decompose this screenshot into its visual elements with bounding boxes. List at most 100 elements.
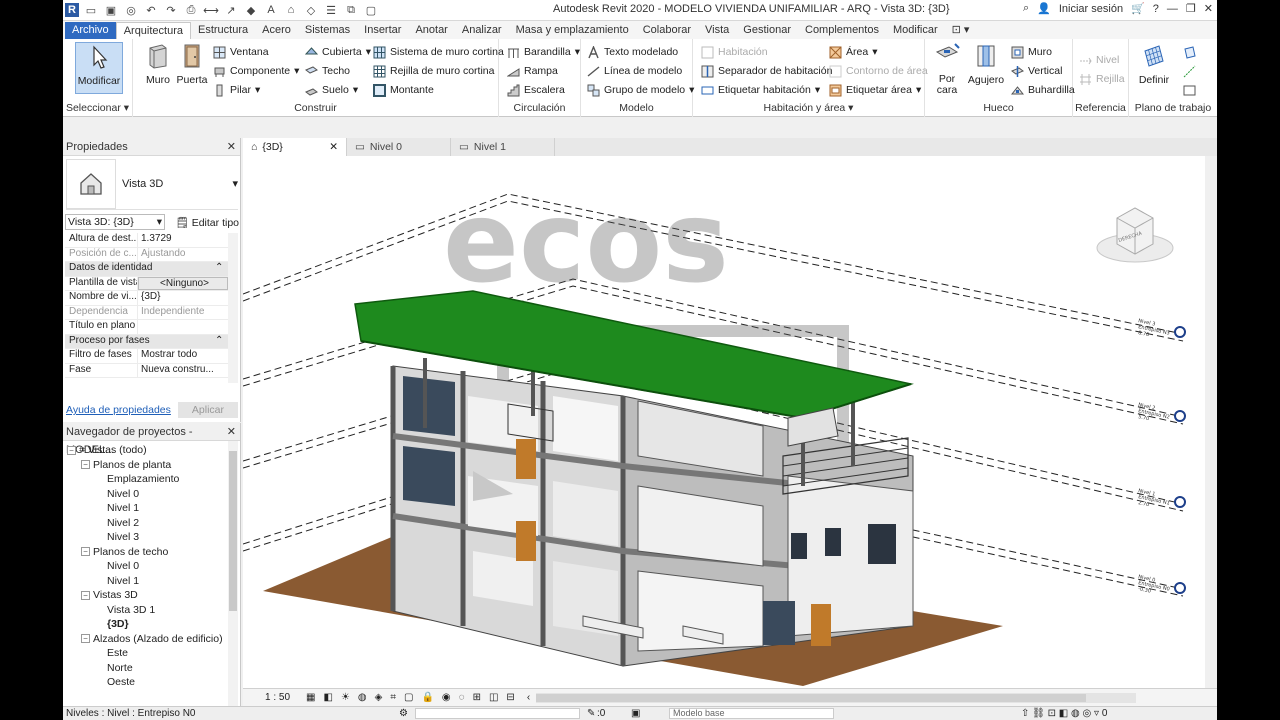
ceiling-button[interactable]: Techo xyxy=(305,62,350,80)
property-value[interactable]: {3D} xyxy=(138,291,228,305)
restore-button[interactable]: ❐ xyxy=(1186,2,1196,15)
thin-lines-icon[interactable]: ☰ xyxy=(323,2,339,18)
undo-icon[interactable]: ↶ xyxy=(143,2,159,18)
set-workplane-button[interactable]: Definir xyxy=(1133,42,1175,94)
viewcube[interactable]: DERECHA xyxy=(1095,200,1175,270)
temp-hide-icon[interactable]: ◉ xyxy=(442,692,451,703)
browser-node[interactable]: Oeste xyxy=(63,675,240,690)
browser-node[interactable]: Este xyxy=(63,646,240,661)
tab-archivo[interactable]: Archivo xyxy=(65,22,116,39)
close-icon[interactable]: ✕ xyxy=(329,138,338,156)
wall-opening-button[interactable]: Muro xyxy=(1011,43,1052,61)
property-row[interactable]: Altura de dest... 1.3729 xyxy=(65,233,228,248)
close-hidden-icon[interactable]: ⧉ xyxy=(343,2,359,18)
property-group[interactable]: Datos de identidad ⌃ xyxy=(65,262,228,277)
browser-node[interactable]: Nivel 1 xyxy=(63,501,240,516)
revit-logo-icon[interactable]: R xyxy=(65,3,79,17)
3d-model-view[interactable]: ecos Nivel 3Entrepiso N38.70Nivel 2Entre… xyxy=(243,156,1217,688)
design-option-dropdown[interactable]: Modelo base xyxy=(669,708,834,719)
properties-help-link[interactable]: Ayuda de propiedades xyxy=(66,404,171,416)
curtain-system-button[interactable]: Sistema de muro cortina xyxy=(373,43,504,61)
level-head-icon[interactable] xyxy=(1174,582,1186,594)
browser-node[interactable]: Nivel 0 xyxy=(63,559,240,574)
ref-plane-button[interactable] xyxy=(1183,62,1196,80)
lock-view-icon[interactable]: 🔒 xyxy=(421,692,433,703)
room-button[interactable]: Habitación xyxy=(701,43,768,61)
visual-style-icon[interactable]: ◧ xyxy=(323,692,332,703)
sun-path-icon[interactable]: ☀ xyxy=(341,692,350,703)
property-value[interactable]: 1.3729 xyxy=(138,233,228,247)
analytical-icon[interactable]: ◫ xyxy=(489,692,498,703)
drawing-area[interactable]: ecos Nivel 3 Entrepiso N3 8.70 Nivel 2 E… xyxy=(243,156,1217,688)
browser-node[interactable]: {3D} xyxy=(63,617,240,632)
view-tab[interactable]: ▭ Nivel 0 xyxy=(347,138,451,156)
level-head-icon[interactable] xyxy=(1174,496,1186,508)
grid-button[interactable]: Rejilla xyxy=(1079,70,1125,88)
browser-node[interactable]: Nivel 1 xyxy=(63,574,240,589)
sign-in-link[interactable]: Iniciar sesión xyxy=(1059,3,1123,15)
tab-complementos[interactable]: Complementos xyxy=(798,22,886,39)
filter-icon[interactable]: ▣ xyxy=(631,707,640,720)
tab-insertar[interactable]: Insertar xyxy=(357,22,408,39)
canvas-vscrollbar[interactable] xyxy=(1205,156,1217,688)
text-icon[interactable]: A xyxy=(263,2,279,18)
browser-node[interactable]: Nivel 0 xyxy=(63,487,240,502)
open-icon[interactable]: ▭ xyxy=(83,2,99,18)
collapse-icon[interactable]: ⌃ xyxy=(215,262,223,276)
browser-node[interactable]: Norte xyxy=(63,661,240,676)
mullion-button[interactable]: Montante xyxy=(373,81,434,99)
model-text-button[interactable]: Texto modelado xyxy=(587,43,678,61)
property-row[interactable]: Dependencia Independiente xyxy=(65,305,228,320)
browser-node[interactable]: − Planos de planta xyxy=(63,458,240,473)
close-icon[interactable]: ✕ xyxy=(227,423,236,441)
window-button[interactable]: Ventana xyxy=(213,43,269,61)
cart-icon[interactable]: 🛒 xyxy=(1131,2,1145,15)
curtain-grid-button[interactable]: Rejilla de muro cortina xyxy=(373,62,494,80)
viewer-button[interactable] xyxy=(1183,81,1196,99)
browser-node[interactable]: Nivel 2 xyxy=(63,516,240,531)
switch-windows-icon[interactable]: ▢ xyxy=(363,2,379,18)
tab-masa-y-emplazamiento[interactable]: Masa y emplazamiento xyxy=(509,22,636,39)
tag-room-button[interactable]: Etiquetar habitación ▾ xyxy=(701,81,820,99)
stair-button[interactable]: Escalera xyxy=(507,81,565,99)
close-button[interactable]: ✕ xyxy=(1204,2,1213,15)
save-icon[interactable]: ▣ xyxy=(103,2,119,18)
close-icon[interactable]: ✕ xyxy=(227,138,236,156)
railing-button[interactable]: Barandilla ▾ xyxy=(507,43,580,61)
property-value[interactable]: Independiente xyxy=(138,306,228,320)
shadows-icon[interactable]: ◍ xyxy=(358,692,367,703)
level-tag[interactable]: Nivel 3Entrepiso N38.70 xyxy=(1138,318,1186,338)
view-tab[interactable]: ▭ Nivel 1 xyxy=(451,138,555,156)
redo-icon[interactable]: ↷ xyxy=(163,2,179,18)
browser-node[interactable]: Emplazamiento xyxy=(63,472,240,487)
minimize-button[interactable]: — xyxy=(1167,3,1178,15)
show-workplane-button[interactable] xyxy=(1183,43,1196,61)
model-group-button[interactable]: Grupo de modelo ▾ xyxy=(587,81,694,99)
floor-button[interactable]: Suelo ▾ xyxy=(305,81,358,99)
tab-colaborar[interactable]: Colaborar xyxy=(636,22,698,39)
crop-view-icon[interactable]: ⌗ xyxy=(390,692,396,703)
section-icon[interactable]: ◇ xyxy=(303,2,319,18)
sync-icon[interactable]: ◎ xyxy=(123,2,139,18)
scrollbar-thumb[interactable] xyxy=(229,451,237,611)
browser-node[interactable]: Nivel 3 xyxy=(63,530,240,545)
search-icon[interactable]: ⌕ xyxy=(1023,2,1029,15)
property-value[interactable]: Ajustando xyxy=(138,248,228,262)
tab-anotar[interactable]: Anotar xyxy=(408,22,454,39)
help-icon[interactable]: ? xyxy=(1153,3,1159,15)
measure-icon[interactable]: ⟷ xyxy=(203,2,219,18)
reveal-hidden-icon[interactable]: ◌ xyxy=(459,692,465,703)
tab-arquitectura[interactable]: Arquitectura xyxy=(115,22,191,39)
property-value[interactable]: <Ninguno> xyxy=(138,276,228,290)
browser-scrollbar[interactable] xyxy=(228,441,238,707)
browser-node[interactable]: − ⌗ Vistas (todo) xyxy=(63,443,240,458)
property-row[interactable]: Fase Nueva constru... xyxy=(65,363,228,378)
tab-estructura[interactable]: Estructura xyxy=(191,22,255,39)
view-tab[interactable]: ⌂ {3D} ✕ xyxy=(243,138,347,156)
collapse-toggle-icon[interactable]: − xyxy=(81,547,90,557)
render-icon[interactable]: ◈ xyxy=(375,692,383,703)
property-row[interactable]: Filtro de fases Mostrar todo xyxy=(65,349,228,364)
tab-acero[interactable]: Acero xyxy=(255,22,298,39)
level-head-icon[interactable] xyxy=(1174,326,1186,338)
workset-icon[interactable]: ⚙ xyxy=(399,707,408,720)
